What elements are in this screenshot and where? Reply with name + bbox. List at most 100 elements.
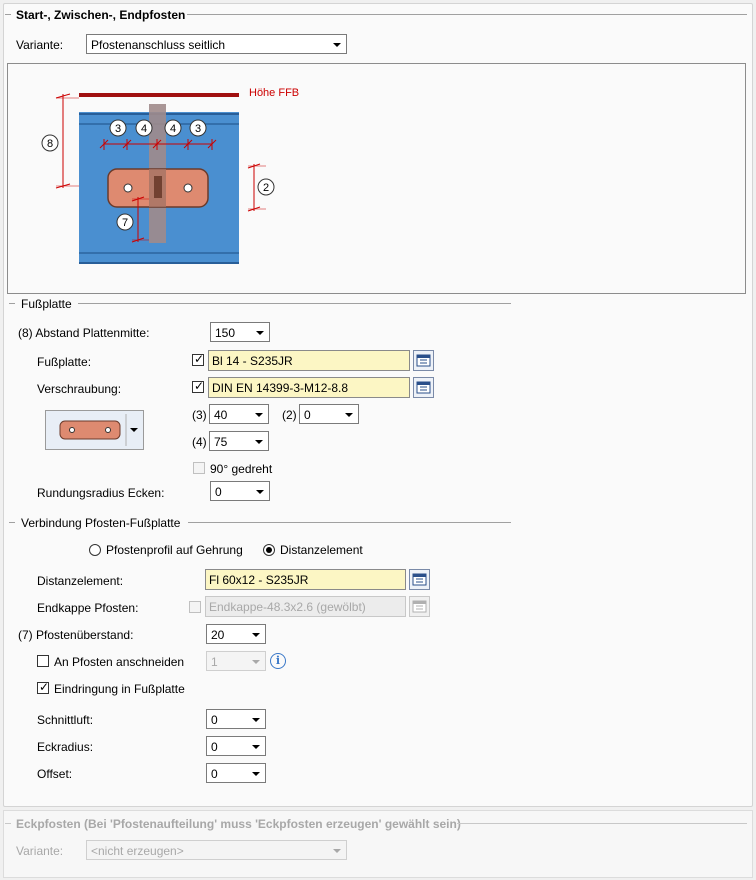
marker-8: 8	[47, 138, 53, 150]
rundung-select[interactable]: 0	[210, 481, 270, 501]
post-connection-diagram: Höhe FFB 8 3 4 4 3 2 7	[41, 87, 299, 264]
section-divider	[457, 823, 747, 824]
fussplatte-catalog-button[interactable]	[413, 350, 434, 371]
p4-select[interactable]: 75	[209, 431, 269, 451]
chevron-down-icon	[256, 490, 264, 494]
preview-image: Höhe FFB 8 3 4 4 3 2 7	[7, 63, 746, 294]
section-divider	[5, 14, 11, 15]
chevron-down-icon	[345, 413, 353, 417]
variante-select[interactable]: Pfostenanschluss seitlich	[86, 34, 347, 54]
anschneiden-label: An Pfosten anschneiden	[54, 655, 185, 669]
chevron-down-icon	[252, 745, 260, 749]
rundung-value: 0	[215, 485, 222, 499]
schnittluft-value: 0	[211, 713, 218, 727]
verschraubung-value: DIN EN 14399-3-M12-8.8	[212, 381, 349, 395]
ueberstand-select[interactable]: 20	[206, 624, 266, 644]
section-title-posts: Start-, Zwischen-, Endpfosten	[16, 8, 186, 22]
anschneiden-select[interactable]: 1	[206, 651, 266, 671]
radio-distanzelement-label: Distanzelement	[280, 543, 363, 557]
verschraubung-field[interactable]: DIN EN 14399-3-M12-8.8	[208, 377, 410, 398]
fussplatte-label: Fußplatte:	[37, 355, 92, 369]
endkappe-field[interactable]: Endkappe-48.3x2.6 (gewölbt)	[205, 596, 406, 617]
eckradius-select[interactable]: 0	[206, 736, 266, 756]
schnittluft-select[interactable]: 0	[206, 709, 266, 729]
anschneiden-checkbox[interactable]	[37, 655, 49, 667]
marker-4b: 4	[170, 123, 176, 135]
offset-value: 0	[211, 767, 218, 781]
p2-value: 0	[304, 408, 311, 422]
check-icon: ✓	[39, 680, 50, 694]
section-divider	[188, 522, 511, 523]
offset-select[interactable]: 0	[206, 763, 266, 783]
verschraubung-catalog-button[interactable]	[413, 377, 434, 398]
eindringung-label: Eindringung in Fußplatte	[54, 682, 185, 696]
catalog-icon	[412, 600, 427, 613]
section-divider	[5, 823, 11, 824]
gedreht-checkbox[interactable]	[193, 462, 205, 474]
info-icon[interactable]: i	[270, 653, 286, 669]
abstand-label: (8) Abstand Plattenmitte:	[18, 326, 150, 340]
anschneiden-value: 1	[211, 655, 218, 669]
chevron-down-icon	[252, 718, 260, 722]
check-icon: ✓	[194, 379, 205, 393]
catalog-icon	[416, 354, 431, 367]
offset-label: Offset:	[37, 767, 73, 781]
catalog-icon	[412, 573, 427, 586]
plate-type-picker[interactable]	[45, 410, 144, 450]
radio-selected-dot	[266, 547, 272, 553]
ffb-line	[79, 93, 239, 97]
chevron-down-icon	[256, 331, 264, 335]
p2-select[interactable]: 0	[299, 404, 359, 424]
eckpfosten-variante-select[interactable]: <nicht erzeugen>	[86, 840, 347, 860]
p4-value: 75	[214, 435, 228, 449]
marker-7: 7	[122, 217, 128, 229]
verschraubung-label: Verschraubung:	[37, 382, 122, 396]
section-divider	[9, 522, 15, 523]
chevron-down-icon	[252, 660, 260, 664]
endkappe-label: Endkappe Pfosten:	[37, 601, 139, 615]
marker-3a: 3	[115, 123, 121, 135]
p4-label: (4)	[192, 435, 207, 449]
section-title-eckpfosten: Eckpfosten (Bei 'Pfostenaufteilung' muss…	[16, 817, 461, 831]
eckradius-label: Eckradius:	[37, 740, 94, 754]
distanz-field[interactable]: Fl 60x12 - S235JR	[205, 569, 406, 590]
ueberstand-label: (7) Pfostenüberstand:	[18, 628, 134, 642]
endkappe-checkbox[interactable]	[189, 601, 201, 613]
radio-gehrung-label: Pfostenprofil auf Gehrung	[106, 543, 243, 557]
p3-select[interactable]: 40	[209, 404, 269, 424]
marker-3b: 3	[195, 123, 201, 135]
hoehe-ffb-label: Höhe FFB	[249, 87, 299, 99]
radio-gehrung[interactable]	[89, 544, 101, 556]
rundung-label: Rundungsradius Ecken:	[37, 486, 165, 500]
endkappe-catalog-button[interactable]	[409, 596, 430, 617]
distanz-value: Fl 60x12 - S235JR	[209, 573, 309, 587]
marker-4a: 4	[141, 123, 147, 135]
ueberstand-value: 20	[211, 628, 225, 642]
verschraubung-checkbox[interactable]: ✓	[192, 379, 205, 393]
endkappe-value: Endkappe-48.3x2.6 (gewölbt)	[209, 600, 366, 614]
eindringung-checkbox[interactable]: ✓	[37, 680, 50, 694]
variante-label: Variante:	[16, 38, 64, 52]
p3-value: 40	[214, 408, 228, 422]
chevron-down-icon	[333, 43, 341, 47]
eckpfosten-variante-label: Variante:	[16, 844, 64, 858]
check-icon: ✓	[194, 352, 205, 366]
chevron-down-icon	[255, 440, 263, 444]
section-divider	[187, 14, 747, 15]
eckradius-value: 0	[211, 740, 218, 754]
abstand-select[interactable]: 150	[210, 322, 270, 342]
bolt-hole	[123, 183, 133, 193]
plate-shape-icon	[59, 414, 138, 446]
gedreht-label: 90° gedreht	[210, 462, 273, 476]
fussplatte-checkbox[interactable]: ✓	[192, 352, 205, 366]
schnittluft-label: Schnittluft:	[37, 713, 94, 727]
p2-label: (2)	[282, 408, 297, 422]
fussplatte-field[interactable]: Bl 14 - S235JR	[208, 350, 410, 371]
radio-distanzelement[interactable]	[263, 544, 275, 556]
section-title-fussplatte: Fußplatte	[21, 297, 72, 311]
chevron-down-icon	[255, 413, 263, 417]
chevron-down-icon	[252, 772, 260, 776]
chevron-down-icon	[252, 633, 260, 637]
distanz-label: Distanzelement:	[37, 574, 124, 588]
distanz-catalog-button[interactable]	[409, 569, 430, 590]
